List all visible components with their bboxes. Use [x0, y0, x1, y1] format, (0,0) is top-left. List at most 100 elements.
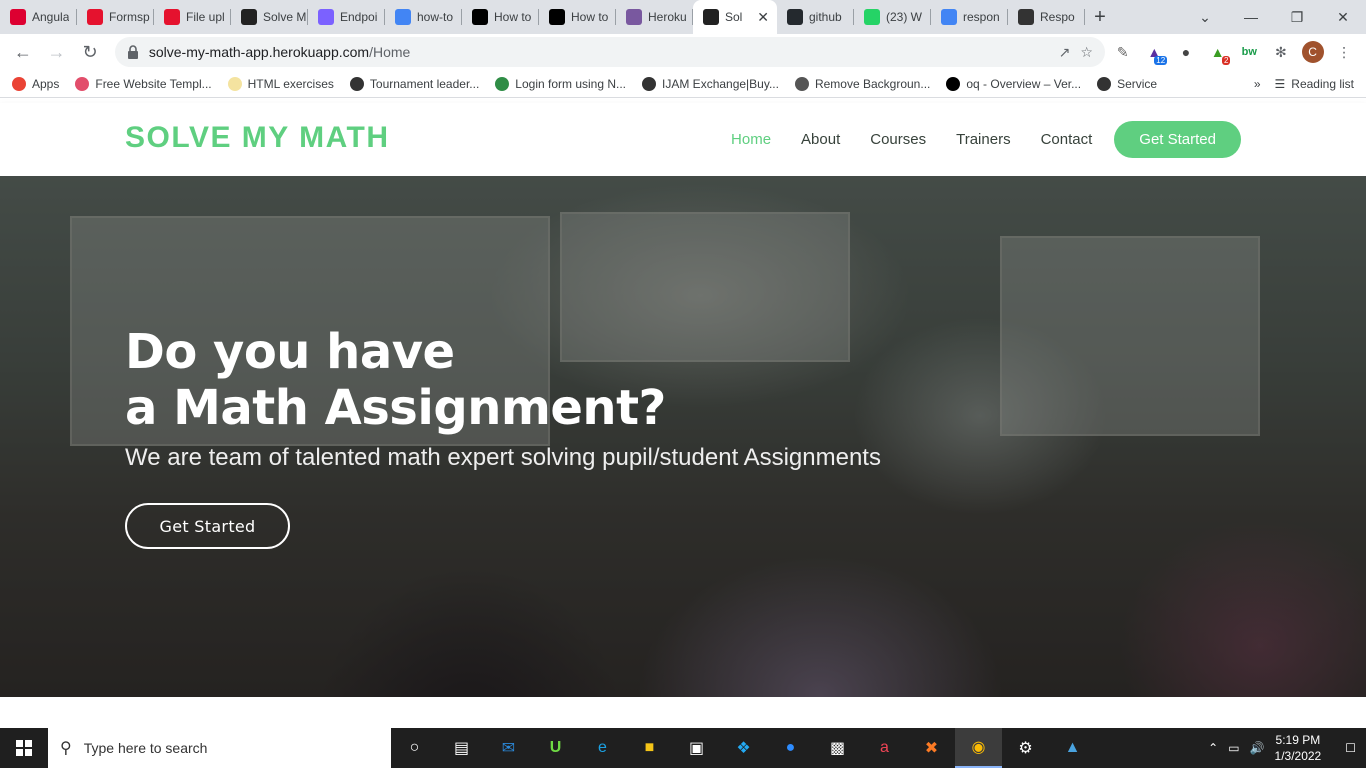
browser-tab[interactable]: Solve M: [231, 0, 308, 34]
bookmark-favicon-icon: [642, 76, 657, 91]
extension-icon-green[interactable]: ▲ 2: [1204, 38, 1232, 66]
windows-taskbar: ⚲ Type here to search ○ ▤ ✉ U e ■ ▣ ❖ ● …: [0, 728, 1366, 768]
tab-label: Respo: [1040, 10, 1075, 24]
google-icon: [941, 9, 957, 25]
tab-label: How to: [494, 10, 532, 24]
browser-tab[interactable]: (23) W: [854, 0, 931, 34]
chevron-double-right-icon[interactable]: »: [1254, 77, 1261, 91]
edge-icon[interactable]: e: [579, 728, 626, 768]
browser-tab[interactable]: How to: [539, 0, 616, 34]
battery-icon[interactable]: ▭: [1228, 741, 1239, 755]
bookmark-star-icon[interactable]: ☆: [1080, 44, 1093, 61]
bookmark-favicon-icon: [349, 76, 364, 91]
tab-label: File upl: [186, 10, 225, 24]
site-logo[interactable]: SOLVE MY MATH: [125, 121, 390, 155]
nav-courses[interactable]: Courses: [870, 131, 926, 148]
bookmark-item[interactable]: Remove Backgroun...: [794, 76, 930, 91]
bookmark-item[interactable]: Login form using N...: [495, 76, 627, 91]
volume-icon[interactable]: 🔊: [1250, 741, 1265, 755]
store-icon[interactable]: ▣: [673, 728, 720, 768]
new-tab-button[interactable]: +: [1085, 0, 1115, 34]
menu-kebab-icon[interactable]: ⋮: [1330, 38, 1358, 66]
bookmark-label: Login form using N...: [515, 76, 627, 91]
browser-tab[interactable]: respon: [931, 0, 1008, 34]
tab-label: (23) W: [886, 10, 922, 24]
eyedropper-extension-icon[interactable]: ✎: [1109, 38, 1137, 66]
nav-home[interactable]: Home: [731, 131, 771, 148]
search-icon: ⚲: [60, 740, 72, 757]
heroku-icon: [626, 9, 642, 25]
tab-label: Heroku: [648, 10, 687, 24]
reload-icon[interactable]: ↻: [75, 37, 105, 67]
tab-search-icon[interactable]: ⌄: [1182, 0, 1228, 34]
close-window-icon[interactable]: ✕: [1320, 0, 1366, 34]
back-icon[interactable]: ←: [8, 37, 38, 67]
whatsapp-icon: [864, 9, 880, 25]
bookmark-label: Tournament leader...: [369, 76, 480, 91]
extensions-puzzle-icon[interactable]: ✻: [1267, 38, 1295, 66]
browser-tab[interactable]: github: [777, 0, 854, 34]
graduation-extension-icon[interactable]: ▲ 12: [1141, 38, 1169, 66]
vscode-icon[interactable]: ❖: [720, 728, 767, 768]
clock[interactable]: 5:19 PM 1/3/2022: [1275, 732, 1322, 764]
tab-label: How to: [571, 10, 609, 24]
minimize-icon[interactable]: —: [1228, 0, 1274, 34]
browser-tab[interactable]: Endpoi: [308, 0, 385, 34]
bookmark-favicon-icon: [1097, 76, 1112, 91]
windows-start-icon[interactable]: [0, 728, 48, 768]
bookmark-item[interactable]: Service: [1097, 76, 1157, 91]
forward-icon[interactable]: →: [42, 37, 72, 67]
restore-icon[interactable]: ❐: [1274, 0, 1320, 34]
share-icon[interactable]: ↗: [1059, 44, 1071, 61]
nav-about[interactable]: About: [801, 131, 840, 148]
tab-label: github: [809, 10, 842, 24]
mail-icon[interactable]: ✉: [485, 728, 532, 768]
nav-trainers[interactable]: Trainers: [956, 131, 1010, 148]
extension-icon-glasses[interactable]: ●: [1172, 38, 1200, 66]
app-icon-a[interactable]: a: [861, 728, 908, 768]
browser-tab[interactable]: How to: [462, 0, 539, 34]
hero-get-started-button[interactable]: Get Started: [125, 503, 290, 549]
formspree-icon: [164, 9, 180, 25]
url-path: /Home: [369, 44, 411, 60]
browser-tab[interactable]: Sol ✕: [693, 0, 777, 34]
bookmark-item[interactable]: Tournament leader...: [349, 76, 480, 91]
task-view-icon[interactable]: ▤: [438, 728, 485, 768]
address-bar[interactable]: solve-my-math-app.herokuapp.com/Home ↗ ☆: [114, 37, 1105, 67]
cortana-icon[interactable]: ○: [391, 728, 438, 768]
bookmark-item[interactable]: IJAM Exchange|Buy...: [642, 76, 779, 91]
xampp-icon[interactable]: ✖: [908, 728, 955, 768]
file-explorer-icon[interactable]: ■: [626, 728, 673, 768]
zoom-icon[interactable]: ●: [767, 728, 814, 768]
get-started-button[interactable]: Get Started: [1114, 121, 1241, 158]
browser-tab[interactable]: Respo: [1008, 0, 1085, 34]
bookmark-item[interactable]: Apps: [12, 76, 59, 91]
browser-tab[interactable]: Angula: [0, 0, 77, 34]
notifications-icon[interactable]: ☐: [1345, 741, 1356, 755]
tab-close-icon[interactable]: ✕: [757, 9, 769, 26]
url-text: solve-my-math-app.herokuapp.com/Home: [149, 44, 1049, 60]
terminal-icon[interactable]: ▩: [814, 728, 861, 768]
bookmark-item[interactable]: HTML exercises: [227, 76, 334, 91]
bookmark-favicon-icon: [794, 76, 809, 91]
tray-chevron-up-icon[interactable]: ⌃: [1208, 741, 1218, 755]
reading-list-button[interactable]: ☰ Reading list: [1275, 77, 1354, 91]
upwork-icon[interactable]: U: [532, 728, 579, 768]
browser-tab[interactable]: how-to: [385, 0, 462, 34]
chrome-icon[interactable]: ◉: [955, 728, 1002, 768]
nav-contact[interactable]: Contact: [1041, 131, 1093, 148]
main-nav: Home About Courses Trainers Contact Get …: [701, 121, 1241, 158]
photos-icon[interactable]: ▲: [1049, 728, 1096, 768]
taskbar-search-box[interactable]: ⚲ Type here to search: [48, 728, 391, 768]
lock-icon: [127, 45, 138, 59]
bw-extension-icon[interactable]: bw: [1235, 38, 1263, 66]
browser-tab[interactable]: Heroku: [616, 0, 693, 34]
settings-gear-icon[interactable]: ⚙: [1002, 728, 1049, 768]
bookmark-favicon-icon: [12, 76, 26, 91]
bookmark-item[interactable]: Free Website Templ...: [75, 76, 212, 91]
angular-dark-icon: [241, 9, 257, 25]
bookmark-item[interactable]: oq - Overview – Ver...: [946, 76, 1081, 91]
browser-tab[interactable]: File upl: [154, 0, 231, 34]
browser-tab[interactable]: Formsp: [77, 0, 154, 34]
profile-button[interactable]: C: [1299, 38, 1327, 66]
